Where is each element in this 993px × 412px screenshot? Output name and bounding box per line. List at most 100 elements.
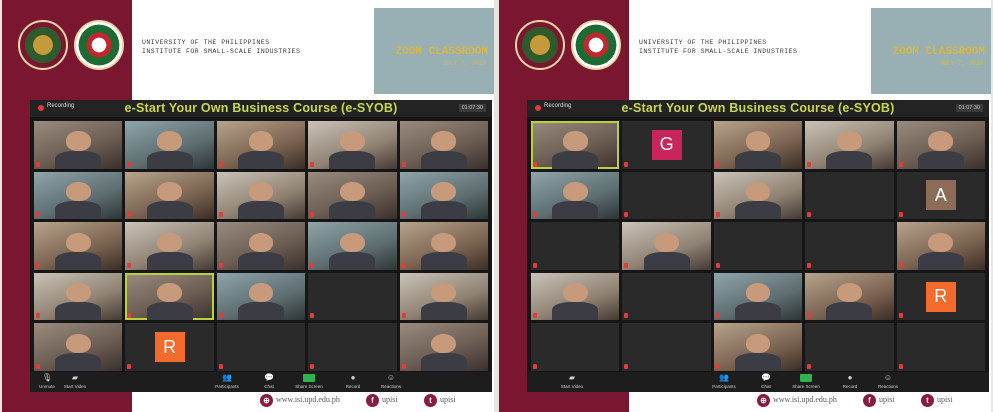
participant-tile[interactable] bbox=[531, 222, 620, 270]
participant-tile[interactable] bbox=[34, 121, 123, 169]
record-button[interactable]: ● Record bbox=[336, 374, 370, 390]
record-button[interactable]: ● Record bbox=[833, 374, 867, 390]
muted-mic-icon bbox=[715, 262, 720, 268]
start-video-button[interactable]: ▰ Start Video bbox=[58, 374, 92, 390]
university-name: UNIVERSITY OF THE PHILIPPINES bbox=[639, 39, 767, 46]
participant-tile[interactable] bbox=[805, 272, 894, 321]
zoom-toolbar: 🎙 Unmute ▰ Start Video 👥 Participants 💬 Chat… bbox=[30, 372, 492, 392]
participant-tile[interactable] bbox=[805, 121, 894, 169]
participant-tile[interactable] bbox=[216, 323, 306, 371]
participant-tile[interactable] bbox=[125, 171, 214, 220]
muted-mic-icon bbox=[36, 363, 40, 369]
start-video-button[interactable]: ▰ Start Video bbox=[555, 374, 589, 390]
chat-button[interactable]: 💬 Chat bbox=[252, 374, 286, 390]
institute-name: INSTITUTE FOR SMALL-SCALE INDUSTRIES bbox=[639, 48, 798, 55]
participant-tile[interactable] bbox=[713, 222, 803, 270]
participant-tile[interactable] bbox=[216, 121, 306, 169]
participant-tile[interactable] bbox=[125, 222, 214, 270]
participant-tile[interactable] bbox=[713, 121, 803, 169]
participant-tile[interactable] bbox=[216, 272, 306, 321]
participant-tile[interactable] bbox=[34, 272, 123, 321]
reactions-button[interactable]: ☺ Reactions bbox=[374, 374, 408, 390]
participant-tile[interactable] bbox=[399, 171, 488, 220]
muted-mic-icon bbox=[127, 363, 132, 369]
facebook-handle[interactable]: upisi bbox=[879, 395, 895, 404]
participant-tile[interactable] bbox=[531, 121, 620, 169]
participant-tile[interactable] bbox=[308, 171, 397, 220]
zoom-classroom-date: JULY 7, 2020 bbox=[939, 60, 983, 67]
website-link[interactable]: www.isi.upd.edu.ph bbox=[276, 395, 340, 404]
participant-tile[interactable]: A bbox=[896, 171, 985, 220]
participant-tile[interactable] bbox=[216, 171, 306, 220]
participant-tile[interactable] bbox=[531, 323, 620, 371]
participant-tile[interactable] bbox=[125, 272, 214, 321]
reactions-icon: ☺ bbox=[883, 373, 893, 382]
participant-tile[interactable] bbox=[713, 323, 803, 371]
participant-avatar: G bbox=[651, 129, 682, 160]
twitter-handle[interactable]: upisi bbox=[440, 395, 456, 404]
zoom-classroom-date: JULY 7, 2020 bbox=[442, 60, 486, 67]
participants-button[interactable]: 👥 Participants bbox=[210, 374, 244, 390]
zoom-classroom-box: ZOOM CLASSROOM JULY 7, 2020 bbox=[871, 8, 991, 94]
participant-tile[interactable]: R bbox=[896, 272, 985, 321]
participant-tile[interactable] bbox=[896, 121, 985, 169]
participants-label: Participants bbox=[712, 384, 736, 389]
participant-tile[interactable] bbox=[805, 171, 894, 220]
participant-tile[interactable] bbox=[125, 121, 214, 169]
participant-tile[interactable] bbox=[308, 323, 397, 371]
muted-mic-icon bbox=[715, 161, 720, 167]
participants-button[interactable]: 👥 Participants bbox=[707, 374, 741, 390]
participant-tile[interactable] bbox=[896, 323, 985, 371]
twitter-icon: t bbox=[921, 394, 934, 407]
participant-tile[interactable]: R bbox=[125, 323, 214, 371]
slide-footer: ⊕ www.isi.upd.edu.ph f upisi t upisi bbox=[2, 394, 494, 412]
twitter-handle[interactable]: upisi bbox=[937, 395, 953, 404]
muted-mic-icon bbox=[127, 313, 132, 319]
participant-tile[interactable] bbox=[399, 323, 488, 371]
participant-tile[interactable] bbox=[399, 121, 488, 169]
participant-tile[interactable] bbox=[622, 222, 711, 270]
share-screen-button[interactable]: Share Screen bbox=[292, 374, 326, 389]
reactions-button[interactable]: ☺ Reactions bbox=[871, 373, 905, 390]
participant-tile[interactable] bbox=[34, 323, 123, 371]
gallery-grid: G A R bbox=[531, 121, 985, 371]
muted-mic-icon bbox=[36, 313, 40, 319]
participant-tile[interactable] bbox=[399, 222, 488, 270]
chat-button[interactable]: 💬 Chat bbox=[749, 374, 783, 390]
facebook-handle[interactable]: upisi bbox=[382, 395, 398, 404]
course-title: e-Start Your Own Business Course (e-SYOB… bbox=[124, 101, 398, 115]
participant-tile[interactable] bbox=[896, 222, 985, 270]
website-link[interactable]: www.isi.upd.edu.ph bbox=[773, 395, 837, 404]
participant-tile[interactable] bbox=[713, 171, 803, 220]
participant-tile[interactable] bbox=[216, 222, 306, 270]
participant-tile[interactable] bbox=[34, 222, 123, 270]
muted-mic-icon bbox=[36, 212, 40, 218]
muted-mic-icon bbox=[898, 313, 903, 319]
share-screen-label: Share Screen bbox=[295, 384, 323, 389]
reactions-label: Reactions bbox=[877, 384, 898, 389]
muted-mic-icon bbox=[401, 262, 406, 268]
participant-tile[interactable] bbox=[531, 272, 620, 321]
participant-tile[interactable] bbox=[622, 171, 711, 220]
participant-tile[interactable] bbox=[622, 323, 711, 371]
chat-label: Chat bbox=[761, 384, 771, 389]
participant-tile[interactable] bbox=[713, 272, 803, 321]
participant-tile[interactable] bbox=[308, 121, 397, 169]
unmute-label: Unmute bbox=[39, 384, 55, 389]
participant-tile[interactable] bbox=[308, 272, 397, 321]
participant-tile[interactable]: G bbox=[622, 121, 711, 169]
participant-tile[interactable] bbox=[805, 323, 894, 371]
institute-name: INSTITUTE FOR SMALL-SCALE INDUSTRIES bbox=[142, 48, 301, 55]
share-screen-icon bbox=[303, 374, 315, 382]
muted-mic-icon bbox=[218, 363, 223, 369]
participant-tile[interactable] bbox=[622, 272, 711, 321]
share-screen-button[interactable]: Share Screen bbox=[789, 374, 823, 389]
participant-tile[interactable] bbox=[399, 272, 488, 321]
participant-avatar: R bbox=[154, 332, 185, 363]
participant-tile[interactable] bbox=[308, 222, 397, 270]
participant-tile[interactable] bbox=[34, 171, 123, 220]
participant-tile[interactable] bbox=[805, 222, 894, 270]
participant-avatar: R bbox=[925, 281, 956, 312]
participant-tile[interactable] bbox=[531, 171, 620, 220]
muted-mic-icon bbox=[218, 212, 223, 218]
